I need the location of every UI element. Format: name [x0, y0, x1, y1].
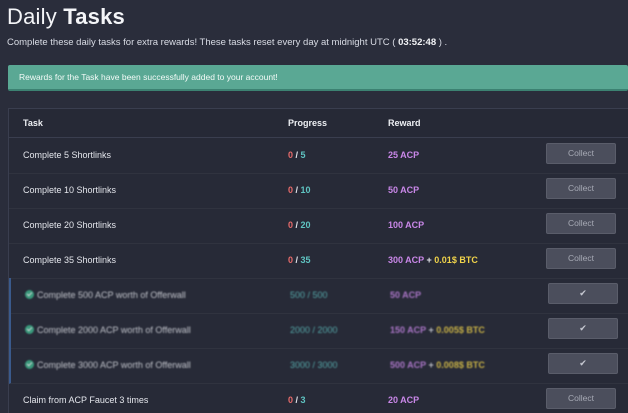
task-reward: 50 ACP: [388, 185, 420, 195]
title-prefix: Daily: [7, 4, 64, 29]
progress-total: 5: [300, 150, 306, 160]
task-name: Claim from ACP Faucet 3 times: [23, 395, 149, 405]
table-row: Claim from ACP Faucet 3 times 0 / 3 20 A…: [9, 383, 628, 413]
reward-plus: +: [426, 360, 437, 370]
table-row: Complete 20 Shortlinks 0 / 20 100 ACP Co…: [9, 208, 628, 244]
reward-acp: 300 ACP: [388, 255, 425, 265]
reward-btc: 0.01$ BTC: [434, 255, 478, 265]
task-progress: 3000 / 3000: [290, 360, 338, 370]
check-icon: ✔: [579, 323, 587, 333]
reward-btc: 0.008$ BTC: [436, 360, 485, 370]
table-row: Complete 35 Shortlinks 0 / 35 300 ACP + …: [9, 243, 628, 279]
task-reward: 500 ACP + 0.008$ BTC: [390, 360, 485, 370]
daily-tasks-page: Daily Tasks Complete these daily tasks f…: [0, 0, 628, 413]
reward-plus: +: [424, 255, 435, 265]
progress-total: 35: [300, 255, 311, 265]
page-title: Daily Tasks: [7, 4, 125, 30]
reward-acp: 500 ACP: [390, 360, 427, 370]
task-reward: 150 ACP + 0.005$ BTC: [390, 325, 485, 335]
task-progress: 0 / 3: [288, 395, 306, 405]
collect-button[interactable]: Collect: [546, 213, 616, 234]
reward-plus: +: [426, 325, 437, 335]
collected-check-button: ✔: [548, 353, 618, 374]
task-name: Complete 500 ACP worth of Offerwall: [25, 290, 186, 300]
task-reward: 300 ACP + 0.01$ BTC: [388, 255, 478, 265]
collect-button[interactable]: Collect: [546, 178, 616, 199]
progress-separator: /: [293, 395, 301, 405]
success-alert: Rewards for the Task have been successfu…: [8, 65, 628, 91]
column-header-progress: Progress: [288, 118, 328, 128]
progress-total: 20: [300, 220, 311, 230]
task-progress: 0 / 35: [288, 255, 311, 265]
collected-check-button: ✔: [548, 283, 618, 304]
progress-separator: /: [293, 185, 301, 195]
check-icon: ✔: [579, 358, 587, 368]
collect-button[interactable]: Collect: [546, 248, 616, 269]
reset-timer: 03:52:48: [398, 37, 437, 48]
collected-check-button: ✔: [548, 318, 618, 339]
task-progress: 0 / 5: [288, 150, 306, 160]
table-row: Complete 10 Shortlinks 0 / 10 50 ACP Col…: [9, 173, 628, 209]
task-progress: 500 / 500: [290, 290, 328, 300]
reward-btc: 0.005$ BTC: [436, 325, 485, 335]
task-name-text: Complete 500 ACP worth of Offerwall: [37, 290, 186, 300]
column-header-reward: Reward: [388, 118, 421, 128]
task-progress: 2000 / 2000: [290, 325, 338, 335]
check-circle-icon: [25, 290, 34, 299]
check-circle-icon: [25, 325, 34, 334]
reward-acp: 150 ACP: [390, 325, 427, 335]
task-name: Complete 10 Shortlinks: [23, 185, 117, 195]
task-name: Complete 2000 ACP worth of Offerwall: [25, 325, 191, 335]
task-name: Complete 35 Shortlinks: [23, 255, 117, 265]
task-reward: 20 ACP: [388, 395, 420, 405]
tasks-table: Task Progress Reward Complete 5 Shortlin…: [8, 108, 628, 413]
task-name: Complete 3000 ACP worth of Offerwall: [25, 360, 191, 370]
title-bold: Tasks: [63, 4, 125, 29]
table-row-completed: Complete 2000 ACP worth of Offerwall 200…: [9, 313, 628, 349]
task-progress: 0 / 10: [288, 185, 311, 195]
collect-button[interactable]: Collect: [546, 388, 616, 409]
check-circle-icon: [25, 360, 34, 369]
progress-separator: /: [293, 150, 301, 160]
column-header-task: Task: [23, 118, 43, 128]
task-reward: 25 ACP: [388, 150, 420, 160]
progress-separator: /: [293, 220, 301, 230]
table-row-completed: Complete 3000 ACP worth of Offerwall 300…: [9, 348, 628, 384]
task-reward: 100 ACP: [388, 220, 425, 230]
task-name-text: Complete 3000 ACP worth of Offerwall: [37, 360, 191, 370]
progress-total: 10: [300, 185, 311, 195]
task-reward: 50 ACP: [390, 290, 422, 300]
table-row: Complete 5 Shortlinks 0 / 5 25 ACP Colle…: [9, 138, 628, 174]
task-progress: 0 / 20: [288, 220, 311, 230]
collect-button[interactable]: Collect: [546, 143, 616, 164]
subtitle-text: Complete these daily tasks for extra rew…: [7, 37, 399, 48]
alert-message: Rewards for the Task have been successfu…: [19, 72, 278, 82]
task-name-text: Complete 2000 ACP worth of Offerwall: [37, 325, 191, 335]
table-header: Task Progress Reward: [9, 109, 628, 138]
page-subtitle: Complete these daily tasks for extra rew…: [7, 37, 447, 48]
progress-total: 3: [300, 395, 306, 405]
table-row-completed: Complete 500 ACP worth of Offerwall 500 …: [9, 278, 628, 314]
subtitle-tail: ) .: [436, 37, 448, 48]
task-name: Complete 20 Shortlinks: [23, 220, 117, 230]
task-name: Complete 5 Shortlinks: [23, 150, 112, 160]
check-icon: ✔: [579, 288, 587, 298]
progress-separator: /: [293, 255, 301, 265]
